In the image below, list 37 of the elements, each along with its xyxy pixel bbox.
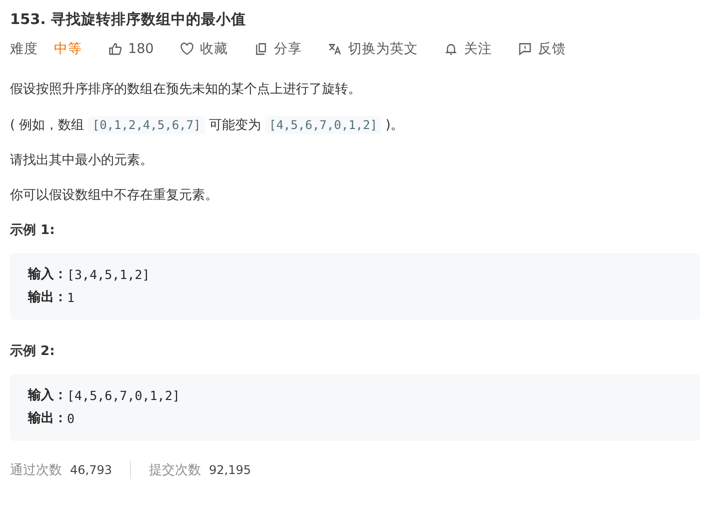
inline-code: [4,5,6,7,0,1,2] bbox=[264, 116, 382, 134]
stat-label: 提交次数 bbox=[149, 462, 201, 479]
feedback-button[interactable]: 反馈 bbox=[518, 40, 566, 58]
follow-button[interactable]: 关注 bbox=[444, 40, 492, 58]
example-value: 0 bbox=[67, 410, 75, 428]
inline-code: [0,1,2,4,5,6,7] bbox=[88, 116, 205, 134]
difficulty-value: 中等 bbox=[54, 40, 82, 58]
example-label: 输出： bbox=[28, 289, 67, 307]
difficulty-label: 难度 bbox=[10, 40, 38, 58]
translate-icon bbox=[328, 42, 342, 56]
example-value: 1 bbox=[67, 289, 75, 307]
example-value: [3,4,5,1,2] bbox=[67, 266, 150, 284]
favorite-button[interactable]: 收藏 bbox=[180, 40, 228, 58]
example-label: 输入： bbox=[28, 386, 67, 405]
like-button[interactable]: 180 bbox=[108, 41, 154, 57]
share-icon bbox=[254, 42, 268, 56]
example-label: 输出： bbox=[28, 410, 67, 428]
stat-label: 通过次数 bbox=[10, 462, 62, 479]
stat-value: 92,195 bbox=[209, 463, 251, 477]
feedback-icon bbox=[518, 42, 532, 56]
stat-value: 46,793 bbox=[70, 463, 112, 477]
description-text: 你可以假设数组中不存在重复元素。 bbox=[10, 188, 218, 203]
description-text: 假设按照升序排序的数组在预先未知的某个点上进行了旋转。 bbox=[10, 82, 361, 97]
description-text: )。 bbox=[384, 118, 404, 133]
description-text: 请找出其中最小的元素。 bbox=[10, 153, 153, 168]
example-value: [4,5,6,7,0,1,2] bbox=[67, 387, 180, 405]
bell-icon bbox=[444, 42, 458, 56]
example-label: 输入： bbox=[28, 266, 67, 284]
heart-icon bbox=[180, 42, 194, 56]
description-text: ( 例如，数组 bbox=[10, 118, 86, 133]
share-button[interactable]: 分享 bbox=[254, 40, 302, 58]
translate-button[interactable]: 切换为英文 bbox=[328, 40, 418, 58]
description-text: 可能变为 bbox=[208, 118, 262, 133]
thumbs-up-icon bbox=[108, 42, 122, 56]
problem-title: 153. 寻找旋转排序数组中的最小值 bbox=[10, 10, 247, 30]
example-heading: 示例 1: bbox=[10, 222, 56, 239]
example-heading: 示例 2: bbox=[10, 343, 56, 360]
